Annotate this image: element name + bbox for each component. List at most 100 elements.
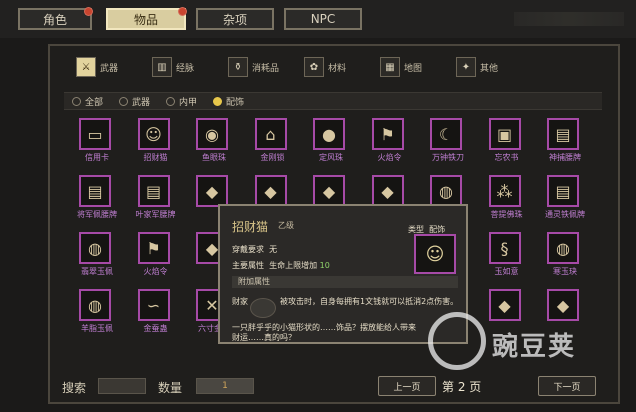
item-name: 火焰令 xyxy=(377,153,402,162)
item-name: 将军佩腰牌 xyxy=(77,210,117,219)
item-slot[interactable]: ◍ 翡翠玉佩 xyxy=(68,232,126,290)
watermark-text: 豌豆荚 xyxy=(492,332,577,362)
item-icon: ◆ xyxy=(322,181,336,201)
item-frame: ☾ xyxy=(430,118,462,150)
tooltip-title: 招财猫 xyxy=(232,220,269,234)
potion-icon: ⚱ xyxy=(228,57,248,77)
item-name: 羊脂玉佩 xyxy=(81,324,113,333)
badge-icon: ▤ xyxy=(145,181,162,201)
filter-all[interactable]: 全部 xyxy=(72,95,103,108)
item-frame: ◆ xyxy=(196,175,228,207)
badge-icon: ▤ xyxy=(555,124,571,144)
item-name: 万钟铁刀 xyxy=(432,153,464,162)
item-slot[interactable]: ▤ 神捕腰牌 xyxy=(536,118,594,176)
tab-misc[interactable]: 杂项 xyxy=(196,8,274,30)
badge-icon: ▤ xyxy=(555,181,571,201)
item-slot[interactable]: ⚑ 火焰令 xyxy=(361,118,419,176)
item-frame: ◆ xyxy=(254,175,287,207)
item-slot[interactable]: ▭ 信用卡 xyxy=(68,118,126,176)
tab-items[interactable]: 物品 xyxy=(106,7,187,30)
tab-npc[interactable]: NPC xyxy=(284,8,362,30)
item-icon: ◆ xyxy=(205,238,219,258)
item-slot[interactable]: ▣ 忘农书 xyxy=(478,118,536,176)
item-frame: ⚑ xyxy=(371,118,404,150)
item-frame: § xyxy=(488,232,521,264)
item-name: 鱼眼珠 xyxy=(202,153,226,162)
category-other[interactable]: ✦ 其他 xyxy=(456,50,526,84)
map-icon: ▦ xyxy=(380,57,400,77)
jade-icon: ◍ xyxy=(88,238,102,258)
category-consumables[interactable]: ⚱ 消耗品 xyxy=(228,50,298,84)
coin-pouch-icon xyxy=(250,298,276,318)
filter-armor[interactable]: 内甲 xyxy=(166,95,197,108)
tooltip-requirement: 穿戴要求 无 xyxy=(232,245,278,254)
blurred-area xyxy=(514,12,624,26)
notification-dot xyxy=(178,7,187,16)
item-slot[interactable]: ▤ 将军佩腰牌 xyxy=(68,175,126,233)
book-icon: ▣ xyxy=(496,124,513,144)
item-frame: ◆ xyxy=(313,175,345,207)
blade-icon: ☾ xyxy=(438,124,454,144)
orb-icon: ● xyxy=(322,124,336,144)
item-icon: ◆ xyxy=(381,181,394,201)
item-name: 定风珠 xyxy=(319,153,343,162)
jade-icon: ◍ xyxy=(556,238,570,258)
tab-label: 角色 xyxy=(42,12,67,27)
jade-icon: ◍ xyxy=(439,181,453,201)
watermark: 豌豆荚 xyxy=(428,312,598,382)
item-slot[interactable]: ▤ 叶家军腰牌 xyxy=(127,175,185,233)
item-name: 信用卡 xyxy=(85,153,109,162)
tab-label: NPC xyxy=(310,12,336,26)
tab-label: 杂项 xyxy=(222,12,247,27)
misc-icon: ✦ xyxy=(456,57,476,77)
item-slot[interactable]: ☺ 招财猫 xyxy=(127,118,185,176)
tab-role[interactable]: 角色 xyxy=(18,7,93,30)
category-maps[interactable]: ▦ 地图 xyxy=(380,50,450,84)
item-slot[interactable]: § 玉如意 xyxy=(478,232,536,290)
item-name: 寒玉玦 xyxy=(553,267,577,276)
filter-bar: 全部 武器 内甲 配饰 xyxy=(64,92,602,110)
herb-icon: ✿ xyxy=(304,57,324,77)
notification-dot xyxy=(84,7,93,16)
item-name: 神捕腰牌 xyxy=(549,153,581,162)
category-meridian[interactable]: ▥ 经脉 xyxy=(152,50,222,84)
item-frame: ◍ xyxy=(79,232,111,264)
item-slot[interactable]: ▤ 通灵铁佩牌 xyxy=(536,175,594,233)
item-frame: ◍ xyxy=(430,175,462,207)
item-slot[interactable]: ⚑ 火焰令 xyxy=(127,232,185,290)
quantity-field[interactable]: 1 xyxy=(196,378,254,394)
item-slot[interactable]: ⌂ 金刚锁 xyxy=(244,118,302,176)
filter-weapon[interactable]: 武器 xyxy=(119,95,150,108)
item-frame: ◍ xyxy=(79,289,111,321)
item-slot[interactable]: ● 定风珠 xyxy=(302,118,360,176)
item-name: 火焰令 xyxy=(143,267,168,276)
category-bar: ⚔ 武器 ▥ 经脉 ⚱ 消耗品 ✿ 材料 ▦ 地图 ✦ 其他 xyxy=(76,50,526,88)
item-name: 菩提佛珠 xyxy=(490,210,523,219)
item-frame: ▤ xyxy=(79,175,111,207)
item-slot[interactable]: ⁂ 菩提佛珠 xyxy=(478,175,536,233)
top-bar: 角色 物品 杂项 NPC xyxy=(0,0,636,38)
item-name: 金蚕蛊 xyxy=(143,324,168,333)
item-name: 玉如意 xyxy=(494,267,519,276)
item-frame: ⚑ xyxy=(137,232,170,264)
item-slot[interactable]: ◍ 寒玉玦 xyxy=(536,232,594,290)
category-weapons[interactable]: ⚔ 武器 xyxy=(76,50,146,84)
item-name: 金刚锁 xyxy=(260,153,285,162)
item-icon: ◆ xyxy=(205,181,219,201)
item-frame: ∽ xyxy=(137,289,170,321)
tooltip-extra-label: 财家 xyxy=(232,297,248,306)
tab-label: 物品 xyxy=(133,12,158,27)
search-input[interactable] xyxy=(98,378,146,394)
item-name: 叶家军腰牌 xyxy=(135,210,176,219)
item-slot[interactable]: ☾ 万钟铁刀 xyxy=(419,118,477,176)
eye-icon: ◉ xyxy=(205,124,219,144)
item-slot[interactable]: ∽ 金蚕蛊 xyxy=(127,289,185,347)
item-frame: ▤ xyxy=(547,175,579,207)
item-frame: ◍ xyxy=(547,232,579,264)
filter-accessory[interactable]: 配饰 xyxy=(213,95,244,108)
item-slot[interactable]: ◉ 鱼眼珠 xyxy=(185,118,243,176)
item-slot[interactable]: ◍ 羊脂玉佩 xyxy=(68,289,126,347)
item-frame: ◆ xyxy=(371,175,404,207)
category-materials[interactable]: ✿ 材料 xyxy=(304,50,374,84)
item-icon: ◆ xyxy=(264,181,277,201)
